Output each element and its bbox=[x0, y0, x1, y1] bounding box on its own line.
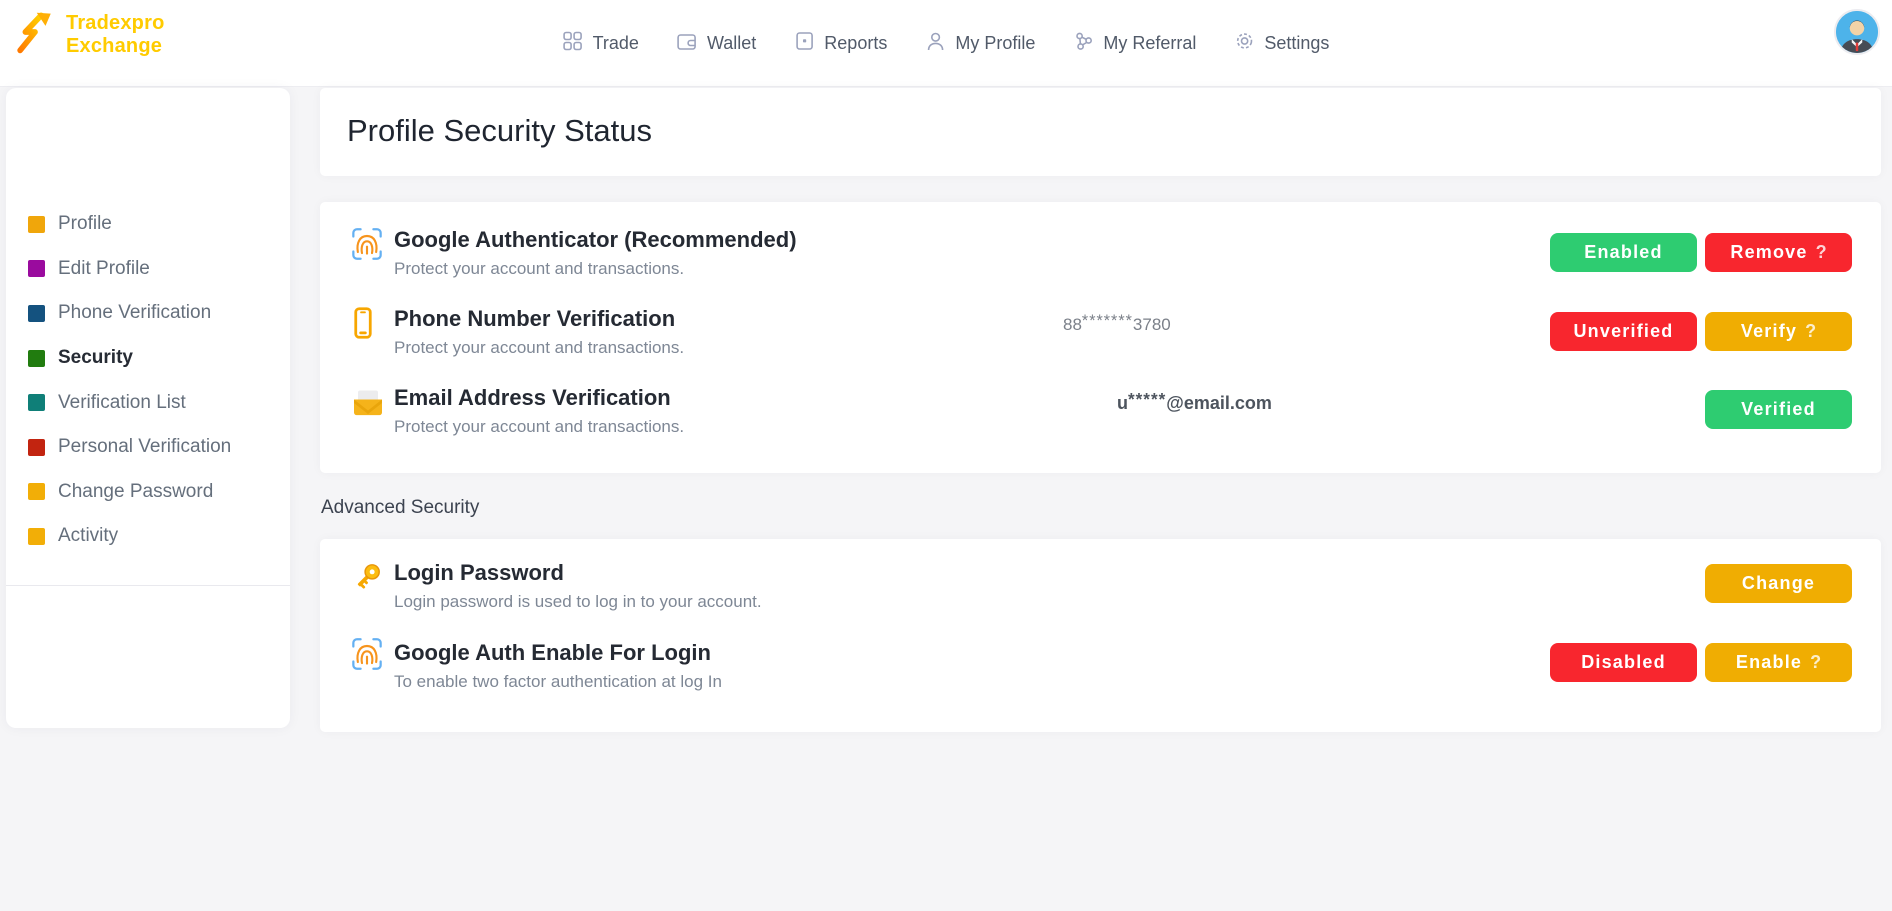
sidebar-item-security[interactable]: Security bbox=[6, 336, 290, 381]
sidebar-item-profile[interactable]: Profile bbox=[6, 202, 290, 247]
trade-icon bbox=[563, 31, 583, 56]
sidebar-label: Security bbox=[58, 347, 133, 369]
verified-button[interactable]: Verified bbox=[1705, 390, 1852, 429]
sidebar-item-personal-verification[interactable]: Personal Verification bbox=[6, 425, 290, 470]
swatch-personal-verification bbox=[28, 439, 45, 456]
verify-button[interactable]: Verify? bbox=[1705, 312, 1852, 351]
sidebar-item-edit-profile[interactable]: Edit Profile bbox=[6, 247, 290, 292]
enabled-button[interactable]: Enabled bbox=[1550, 233, 1697, 272]
row-subtitle: Login password is used to log in to your… bbox=[394, 591, 762, 613]
nav-label-my-profile: My Profile bbox=[955, 33, 1035, 54]
masked-phone-number: 88*******3780 bbox=[1063, 312, 1171, 335]
top-navbar: Tradexpro Exchange Trade bbox=[0, 0, 1892, 87]
unverified-button[interactable]: Unverified bbox=[1550, 312, 1697, 351]
row-title: Phone Number Verification bbox=[394, 305, 675, 333]
brand-arrow-icon bbox=[14, 9, 56, 60]
swatch-verification-list bbox=[28, 394, 45, 411]
sidebar-item-activity[interactable]: Activity bbox=[6, 514, 290, 559]
main-nav: Trade Wallet Reports bbox=[563, 0, 1330, 87]
page-title: Profile Security Status bbox=[347, 113, 652, 149]
fingerprint-scan-icon bbox=[352, 228, 382, 265]
swatch-edit-profile bbox=[28, 260, 45, 277]
nav-item-my-referral[interactable]: My Referral bbox=[1073, 31, 1196, 56]
advanced-security-heading: Advanced Security bbox=[321, 497, 479, 519]
row-title: Email Address Verification bbox=[394, 384, 671, 412]
sidebar-label: Profile bbox=[58, 213, 112, 235]
help-question-icon: ? bbox=[1816, 242, 1827, 263]
nav-label-reports: Reports bbox=[824, 33, 887, 54]
swatch-security bbox=[28, 350, 45, 367]
nav-item-reports[interactable]: Reports bbox=[794, 31, 887, 56]
brand-logo[interactable]: Tradexpro Exchange bbox=[14, 9, 165, 60]
sidebar-label: Change Password bbox=[58, 481, 213, 503]
nav-label-wallet: Wallet bbox=[707, 33, 756, 54]
smartphone-icon bbox=[352, 307, 374, 344]
help-question-icon: ? bbox=[1810, 652, 1821, 673]
fingerprint-scan-icon bbox=[352, 638, 382, 675]
sidebar: Profile Edit Profile Phone Verification … bbox=[6, 88, 290, 728]
nav-item-settings[interactable]: Settings bbox=[1234, 31, 1329, 56]
nav-label-my-referral: My Referral bbox=[1103, 33, 1196, 54]
nav-item-wallet[interactable]: Wallet bbox=[677, 31, 756, 56]
sidebar-item-change-password[interactable]: Change Password bbox=[6, 470, 290, 515]
sidebar-label: Personal Verification bbox=[58, 436, 231, 458]
gear-icon bbox=[1234, 31, 1254, 56]
row-subtitle: Protect your account and transactions. bbox=[394, 258, 684, 280]
sidebar-label: Verification List bbox=[58, 392, 186, 414]
sidebar-menu: Profile Edit Profile Phone Verification … bbox=[6, 202, 290, 559]
advanced-security-card: Login Password Login password is used to… bbox=[320, 539, 1881, 732]
row-subtitle: To enable two factor authentication at l… bbox=[394, 671, 722, 693]
nav-item-my-profile[interactable]: My Profile bbox=[925, 31, 1035, 56]
profile-icon bbox=[925, 31, 945, 56]
enable-button[interactable]: Enable? bbox=[1705, 643, 1852, 682]
remove-button[interactable]: Remove? bbox=[1705, 233, 1852, 272]
row-title: Login Password bbox=[394, 559, 564, 587]
swatch-change-password bbox=[28, 483, 45, 500]
sidebar-label: Phone Verification bbox=[58, 302, 211, 324]
disabled-button[interactable]: Disabled bbox=[1550, 643, 1697, 682]
wallet-icon bbox=[677, 31, 697, 56]
swatch-activity bbox=[28, 528, 45, 545]
sidebar-label: Edit Profile bbox=[58, 258, 150, 280]
change-button[interactable]: Change bbox=[1705, 564, 1852, 603]
security-status-card: Google Authenticator (Recommended) Prote… bbox=[320, 202, 1881, 473]
help-question-icon: ? bbox=[1805, 321, 1816, 342]
email-envelope-icon bbox=[352, 388, 384, 423]
title-card: Profile Security Status bbox=[320, 88, 1881, 176]
row-subtitle: Protect your account and transactions. bbox=[394, 416, 684, 438]
user-avatar[interactable] bbox=[1834, 9, 1880, 55]
brand-name: Tradexpro Exchange bbox=[66, 12, 165, 58]
nav-label-trade: Trade bbox=[593, 33, 639, 54]
row-subtitle: Protect your account and transactions. bbox=[394, 337, 684, 359]
sidebar-item-phone-verification[interactable]: Phone Verification bbox=[6, 291, 290, 336]
nav-label-settings: Settings bbox=[1264, 33, 1329, 54]
swatch-profile bbox=[28, 216, 45, 233]
row-title: Google Auth Enable For Login bbox=[394, 639, 711, 667]
sidebar-label: Activity bbox=[58, 525, 118, 547]
referral-icon bbox=[1073, 31, 1093, 56]
sidebar-divider bbox=[6, 585, 290, 586]
sidebar-item-verification-list[interactable]: Verification List bbox=[6, 380, 290, 425]
key-icon bbox=[352, 560, 384, 597]
masked-email: u*****@email.com bbox=[1117, 390, 1272, 414]
row-title: Google Authenticator (Recommended) bbox=[394, 226, 797, 254]
nav-item-trade[interactable]: Trade bbox=[563, 31, 639, 56]
swatch-phone-verification bbox=[28, 305, 45, 322]
reports-icon bbox=[794, 31, 814, 56]
